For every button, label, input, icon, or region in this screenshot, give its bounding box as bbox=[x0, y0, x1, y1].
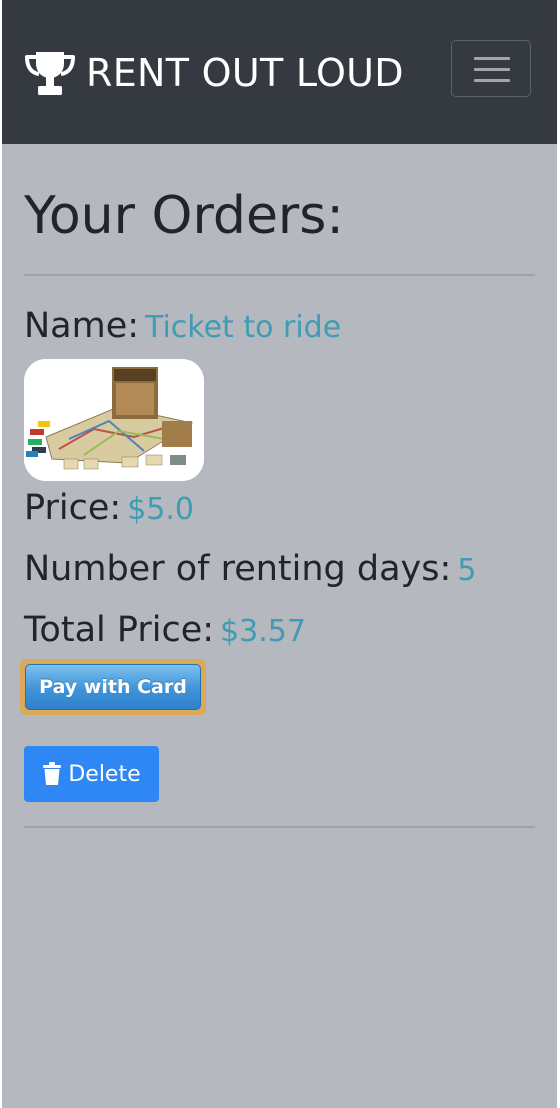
hamburger-menu-icon-middle bbox=[474, 68, 510, 71]
hamburger-menu-icon-bottom bbox=[474, 79, 510, 82]
days-label: Number of renting days: bbox=[24, 549, 452, 589]
brand-link[interactable]: RENT OUT LOUD bbox=[24, 46, 404, 100]
trophy-icon bbox=[25, 52, 75, 95]
name-label: Name: bbox=[24, 306, 140, 346]
total-label: Total Price: bbox=[24, 610, 215, 650]
delete-label: Delete bbox=[68, 761, 141, 787]
divider-top bbox=[24, 274, 535, 276]
total-value: $3.57 bbox=[220, 614, 306, 649]
app-frame: RENT OUT LOUD Your Orders: Name: Ticket t… bbox=[2, 0, 557, 1108]
order-days-row: Number of renting days: 5 bbox=[24, 547, 476, 597]
price-value: $5.0 bbox=[127, 492, 194, 527]
pay-button-focus-ring: Pay with Card bbox=[20, 659, 206, 715]
order-name-row: Name: Ticket to ride bbox=[24, 304, 341, 354]
brand-name: RENT OUT LOUD bbox=[86, 51, 404, 95]
top-navbar: RENT OUT LOUD bbox=[2, 0, 557, 144]
divider-bottom bbox=[24, 826, 535, 828]
name-value: Ticket to ride bbox=[145, 310, 342, 345]
days-value: 5 bbox=[457, 553, 477, 588]
navbar-toggler-button[interactable] bbox=[451, 40, 531, 97]
pay-with-card-button[interactable]: Pay with Card bbox=[25, 664, 201, 710]
order-price-row: Price: $5.0 bbox=[24, 486, 194, 536]
order-total-row: Total Price: $3.57 bbox=[24, 608, 306, 658]
product-image bbox=[24, 359, 204, 481]
price-label: Price: bbox=[24, 488, 122, 528]
page-title: Your Orders: bbox=[24, 186, 344, 246]
hamburger-menu-icon bbox=[474, 57, 510, 60]
trash-icon bbox=[43, 762, 62, 785]
delete-button[interactable]: Delete bbox=[24, 746, 159, 802]
board-game-illustration bbox=[24, 359, 204, 481]
